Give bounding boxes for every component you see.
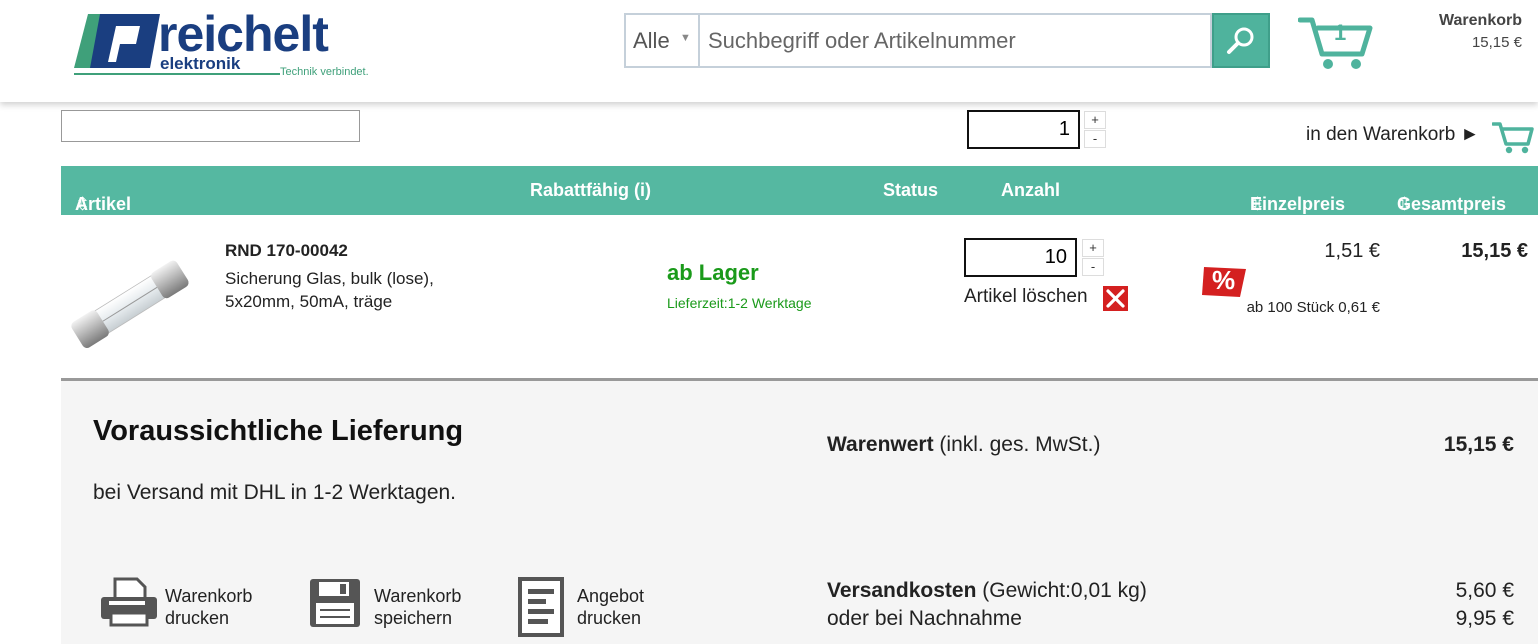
shipping-cost-label: Versandkosten (Gewicht:0,01 kg) bbox=[827, 579, 1147, 603]
shipping-weight-note: (Gewicht:0,01 kg) bbox=[976, 579, 1147, 602]
unit-price: 1,51 € bbox=[1324, 240, 1380, 262]
search-icon bbox=[1227, 27, 1254, 54]
cart-table-header: Artikel ⇳ Rabattfähig (i) Status Anzahl E… bbox=[61, 166, 1538, 215]
item-quantity-input[interactable] bbox=[964, 238, 1077, 277]
logo-underline bbox=[74, 73, 280, 75]
add-to-cart-link[interactable]: in den Warenkorb ► bbox=[1306, 124, 1479, 146]
print-cart-label-line2: drucken bbox=[165, 608, 230, 628]
shipping-cost-amount: 5,60 € bbox=[1455, 579, 1514, 602]
sort-icon[interactable]: ⇳ bbox=[1397, 194, 1412, 215]
chevron-down-icon: ▼ bbox=[680, 32, 691, 44]
print-offer-label-line2: drucken bbox=[577, 608, 642, 628]
quick-order-quantity-decrement-button[interactable]: - bbox=[1084, 130, 1106, 148]
print-cart-button[interactable]: Warenkorb drucken bbox=[99, 577, 279, 637]
table-row: RND 170-00042 Sicherung Glas, bulk (lose… bbox=[61, 215, 1538, 381]
save-cart-label-line1: Warenkorb bbox=[374, 586, 462, 606]
column-header-discount[interactable]: Rabattfähig (i) bbox=[530, 180, 651, 201]
goods-value-label: Warenwert (inkl. ges. MwSt.) bbox=[827, 433, 1100, 457]
quick-order-input[interactable] bbox=[61, 110, 360, 142]
column-header-total-price-label: Gesamtpreis bbox=[1397, 194, 1507, 214]
search-button[interactable] bbox=[1212, 13, 1270, 68]
bulk-price: ab 100 Stück 0,61 € bbox=[1246, 299, 1380, 316]
delivery-time: Lieferzeit:1-2 Werktage bbox=[667, 295, 812, 311]
item-description: 5x20mm, 50mA, träge bbox=[225, 292, 393, 311]
sort-icon[interactable]: ⇳ bbox=[1250, 194, 1265, 215]
print-offer-label-line1: Angebot bbox=[577, 586, 645, 606]
save-cart-label-line2: speichern bbox=[374, 608, 453, 628]
logo-mark-icon bbox=[74, 14, 160, 68]
cod-label: oder bei Nachnahme bbox=[827, 607, 1022, 630]
search-bar: Alle ▼ bbox=[624, 13, 1270, 68]
search-category-value: Alle bbox=[633, 28, 670, 53]
logo-subtitle: elektronik bbox=[160, 54, 241, 73]
shipping-cost-label-bold: Versandkosten bbox=[827, 579, 977, 602]
print-cart-label: Warenkorb drucken bbox=[165, 585, 252, 629]
print-offer-button[interactable]: Angebot drucken bbox=[517, 577, 677, 637]
item-quantity-increment-button[interactable]: + bbox=[1082, 239, 1104, 257]
item-quantity-decrement-button[interactable]: - bbox=[1082, 258, 1104, 276]
document-icon bbox=[518, 577, 564, 637]
column-header-quantity: Anzahl bbox=[1001, 180, 1061, 200]
quick-order-quantity-input[interactable] bbox=[967, 110, 1080, 149]
print-offer-label: Angebot drucken bbox=[577, 585, 644, 629]
cart-total: 15,15 € bbox=[1471, 34, 1522, 51]
quick-order-quantity-increment-button[interactable]: + bbox=[1084, 111, 1106, 129]
floppy-disk-icon bbox=[310, 579, 360, 627]
printer-icon bbox=[101, 577, 157, 627]
sort-icon[interactable]: ⇳ bbox=[75, 194, 90, 215]
goods-value-label-bold: Warenwert bbox=[827, 433, 934, 456]
print-cart-label-line1: Warenkorb bbox=[165, 586, 253, 606]
column-header-status: Status bbox=[883, 180, 939, 200]
save-cart-label: Warenkorb speichern bbox=[374, 585, 461, 629]
cod-amount: 9,95 € bbox=[1455, 607, 1514, 630]
logo-tagline: Technik verbindet. bbox=[280, 66, 369, 78]
discount-icon[interactable]: % bbox=[1202, 265, 1246, 299]
delivery-heading: Voraussichtliche Lieferung bbox=[93, 415, 464, 447]
delete-item-link[interactable]: Artikel löschen bbox=[964, 286, 1088, 308]
delivery-info: bei Versand mit DHL in 1-2 Werktagen. bbox=[93, 481, 457, 504]
logo[interactable]: reichelt elektronik Technik verbindet. bbox=[74, 6, 374, 80]
cart-label[interactable]: Warenkorb bbox=[1439, 12, 1522, 30]
search-category-select[interactable]: Alle ▼ bbox=[624, 13, 700, 68]
item-sku[interactable]: RND 170-00042 bbox=[225, 241, 348, 261]
site-header: reichelt elektronik Technik verbindet. A… bbox=[0, 0, 1538, 102]
add-to-cart-icon[interactable] bbox=[1492, 120, 1534, 154]
item-total-price: 15,15 € bbox=[1461, 240, 1528, 262]
goods-value-label-note: (inkl. ges. MwSt.) bbox=[933, 433, 1101, 456]
item-description: Sicherung Glas, bulk (lose), bbox=[225, 269, 434, 288]
stock-status: ab Lager bbox=[667, 260, 759, 285]
delete-icon[interactable] bbox=[1103, 286, 1128, 311]
discount-symbol: % bbox=[1212, 265, 1236, 295]
goods-value-amount: 15,15 € bbox=[1443, 433, 1514, 456]
product-image[interactable] bbox=[61, 251, 201, 361]
order-summary: Voraussichtliche Lieferung bei Versand m… bbox=[61, 381, 1538, 644]
search-input[interactable] bbox=[698, 13, 1212, 68]
save-cart-button[interactable]: Warenkorb speichern bbox=[308, 577, 488, 637]
cart-count-badge: 1 bbox=[1334, 20, 1347, 45]
